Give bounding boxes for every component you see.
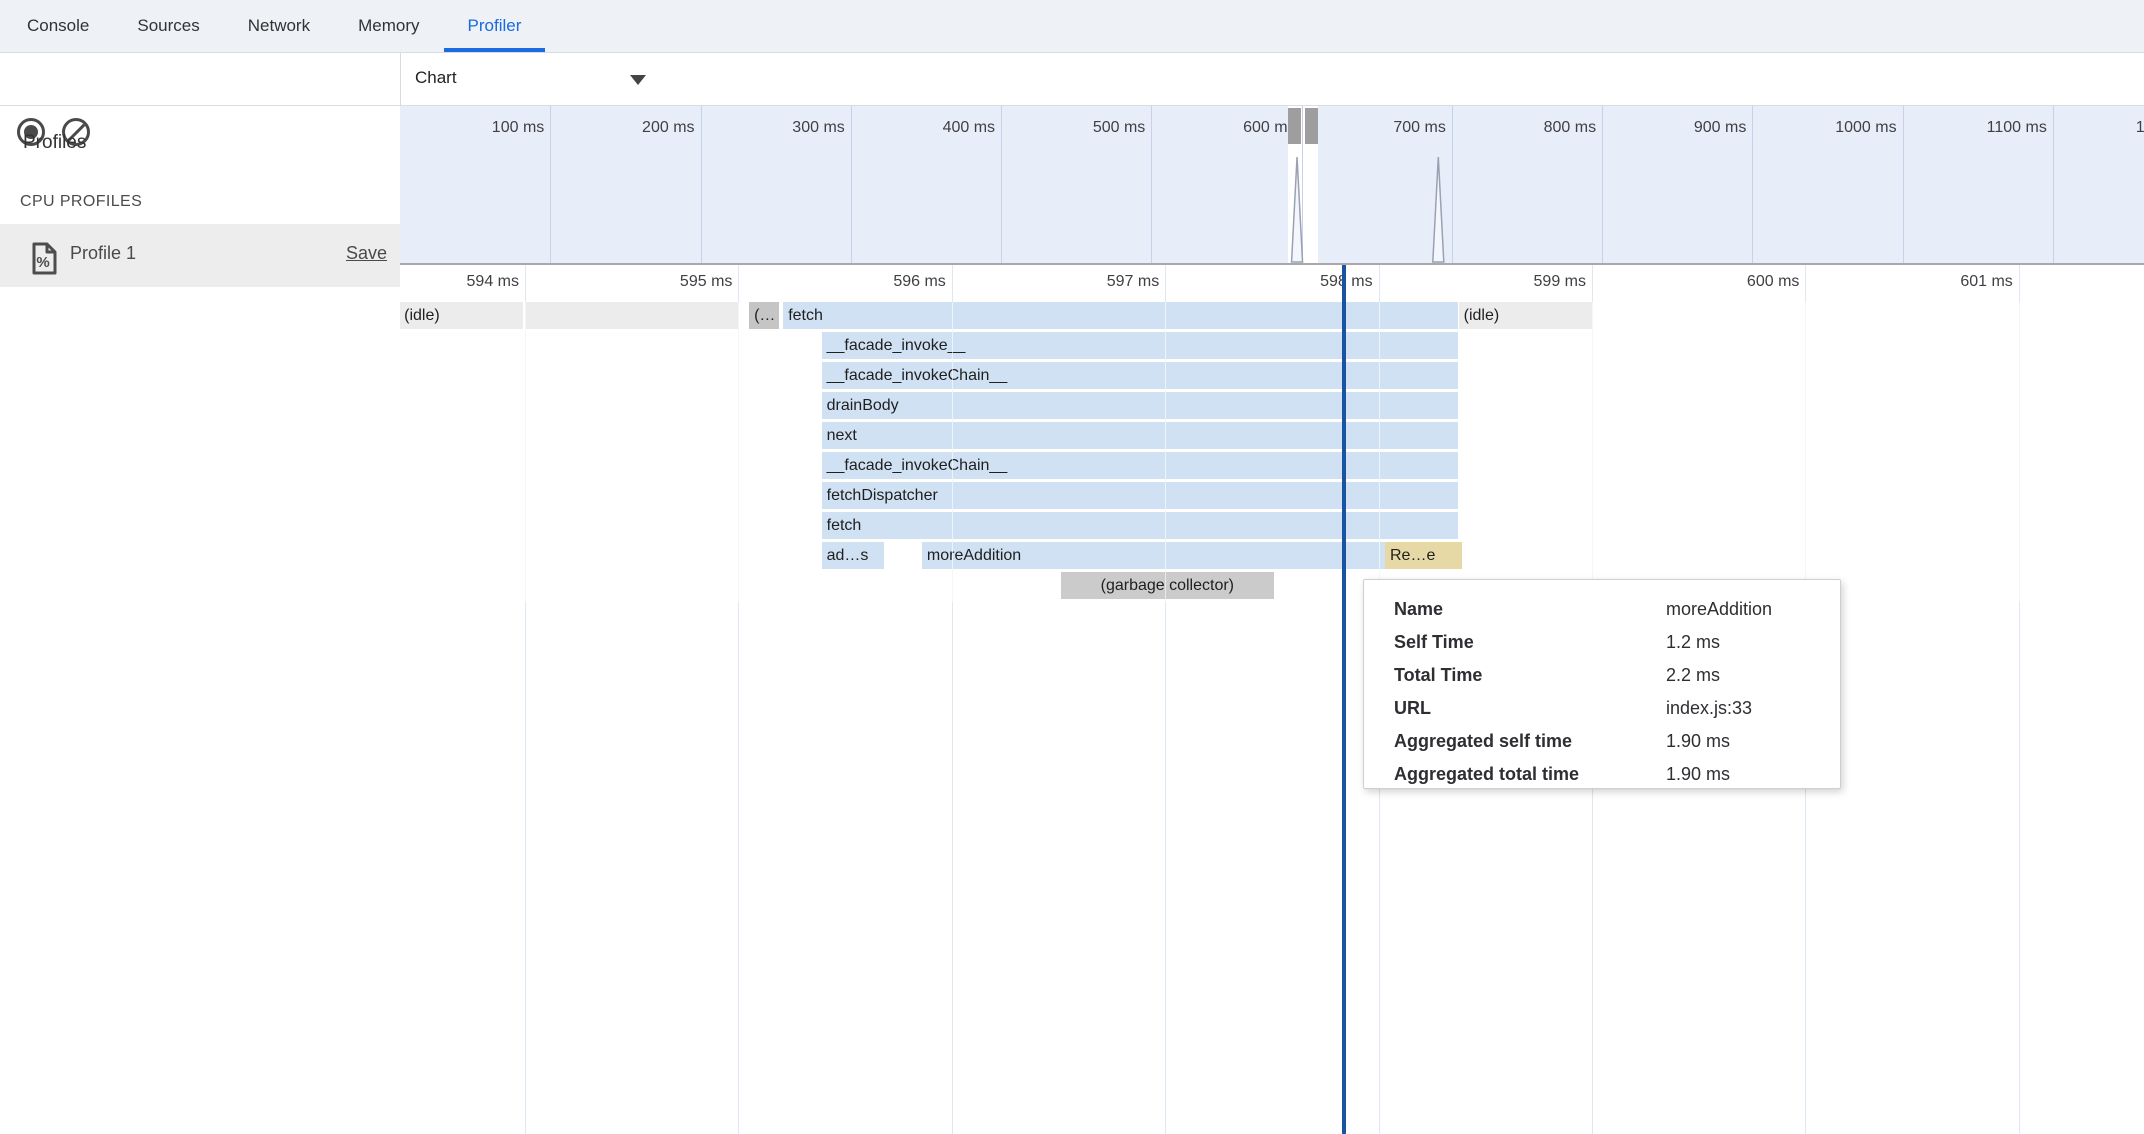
profile-name: Profile 1: [70, 243, 136, 264]
view-select-row: Chart: [401, 53, 2144, 106]
tooltip-row: Total Time2.2 ms: [1394, 659, 1840, 692]
flame-bar[interactable]: Re…e: [1385, 542, 1462, 569]
flame-ruler-label: 600 ms: [1639, 273, 1799, 293]
tooltip-label: Aggregated total time: [1394, 758, 1666, 791]
tooltip-label: Name: [1394, 593, 1666, 626]
tooltip-value: 2.2 ms: [1666, 665, 1720, 685]
flame-gridline-highlight: [1592, 302, 1593, 602]
flame-bar[interactable]: fetchDispatcher: [822, 482, 1458, 509]
tooltip-value: index.js:33: [1666, 698, 1752, 718]
flame-gridline-highlight: [738, 302, 739, 602]
view-select-value: Chart: [415, 68, 457, 88]
frame-tooltip: NamemoreAddition Self Time1.2 ms Total T…: [1363, 579, 1841, 789]
flame-gridline-highlight: [1805, 302, 1806, 602]
tooltip-value: moreAddition: [1666, 599, 1772, 619]
svg-text:%: %: [36, 254, 49, 271]
flame-ruler-label: 598 ms: [1213, 273, 1373, 293]
flame-bar[interactable]: __facade_invoke__: [822, 332, 1458, 359]
devtools-window: Console Sources Network Memory Profiler …: [0, 0, 2144, 1134]
tooltip-label: Total Time: [1394, 659, 1666, 692]
cpu-activity-spikes: [400, 106, 2144, 263]
tooltip-value: 1.90 ms: [1666, 764, 1730, 784]
flame-bar[interactable]: ad…s: [822, 542, 884, 569]
cpu-spike: [1433, 157, 1444, 262]
flame-ruler-label: 597 ms: [999, 273, 1159, 293]
flame-bar[interactable]: fetch: [822, 512, 1458, 539]
profile-list-item[interactable]: % Profile 1 Save: [0, 224, 400, 287]
flame-bar[interactable]: __facade_invokeChain__: [822, 452, 1458, 479]
chevron-down-icon: [630, 75, 646, 85]
flame-gridline-highlight: [525, 302, 526, 602]
flame-ruler-label: 601 ms: [1853, 273, 2013, 293]
profiler-toolbar: [0, 53, 400, 106]
flame-gridline-highlight: [2019, 302, 2020, 602]
tab-memory[interactable]: Memory: [334, 0, 443, 52]
selection-handle-right[interactable]: [1305, 108, 1318, 144]
flame-bar[interactable]: fetch: [783, 302, 1457, 329]
flame-ruler-label: 594 ms: [400, 273, 519, 293]
flame-bar[interactable]: (idle): [400, 302, 523, 329]
tooltip-value: 1.90 ms: [1666, 731, 1730, 751]
flame-gridline-highlight: [952, 302, 953, 602]
timeline-overview[interactable]: 100 ms200 ms300 ms400 ms500 ms600 ms700 …: [400, 106, 2144, 265]
tooltip-row: URLindex.js:33: [1394, 692, 1840, 725]
flame-bar[interactable]: __facade_invokeChain__: [822, 362, 1458, 389]
flame-ruler-label: 599 ms: [1426, 273, 1586, 293]
tab-profiler[interactable]: Profiler: [444, 0, 546, 52]
flame-gridline-highlight: [1379, 302, 1380, 602]
flame-ruler-label: 596 ms: [786, 273, 946, 293]
tooltip-label: URL: [1394, 692, 1666, 725]
tab-sources[interactable]: Sources: [113, 0, 223, 52]
tooltip-row: Aggregated total time1.90 ms: [1394, 758, 1840, 791]
flame-bar[interactable]: moreAddition: [922, 542, 1385, 569]
tab-bar: Console Sources Network Memory Profiler: [0, 0, 2144, 53]
flame-bar[interactable]: (…: [749, 302, 779, 329]
selection-handle-left[interactable]: [1288, 108, 1301, 144]
cpu-profiles-section-label: CPU PROFILES: [20, 193, 142, 211]
playhead: [1342, 265, 1346, 1134]
flame-chart[interactable]: 594 ms 595 ms 596 ms 597 ms 598 ms 599 ms 600 …: [400, 265, 2144, 1134]
tooltip-row: Aggregated self time1.90 ms: [1394, 725, 1840, 758]
tab-network[interactable]: Network: [224, 0, 334, 52]
flame-gridline-highlight: [1165, 302, 1166, 602]
flame-bar[interactable]: [526, 302, 738, 329]
sidebar-title: Profiles: [23, 132, 86, 154]
tooltip-row: NamemoreAddition: [1394, 593, 1840, 626]
document-percent-icon: %: [31, 242, 57, 275]
flame-ruler-label: 595 ms: [572, 273, 732, 293]
tooltip-label: Self Time: [1394, 626, 1666, 659]
flame-bar[interactable]: next: [822, 422, 1458, 449]
save-link[interactable]: Save: [346, 243, 387, 264]
tab-console[interactable]: Console: [3, 0, 113, 52]
tooltip-label: Aggregated self time: [1394, 725, 1666, 758]
cpu-spike: [1292, 157, 1303, 262]
flame-bar[interactable]: (garbage collector): [1061, 572, 1274, 599]
flame-bar[interactable]: drainBody: [822, 392, 1458, 419]
tooltip-row: Self Time1.2 ms: [1394, 626, 1840, 659]
tooltip-value: 1.2 ms: [1666, 632, 1720, 652]
flame-bar[interactable]: (idle): [1459, 302, 1592, 329]
